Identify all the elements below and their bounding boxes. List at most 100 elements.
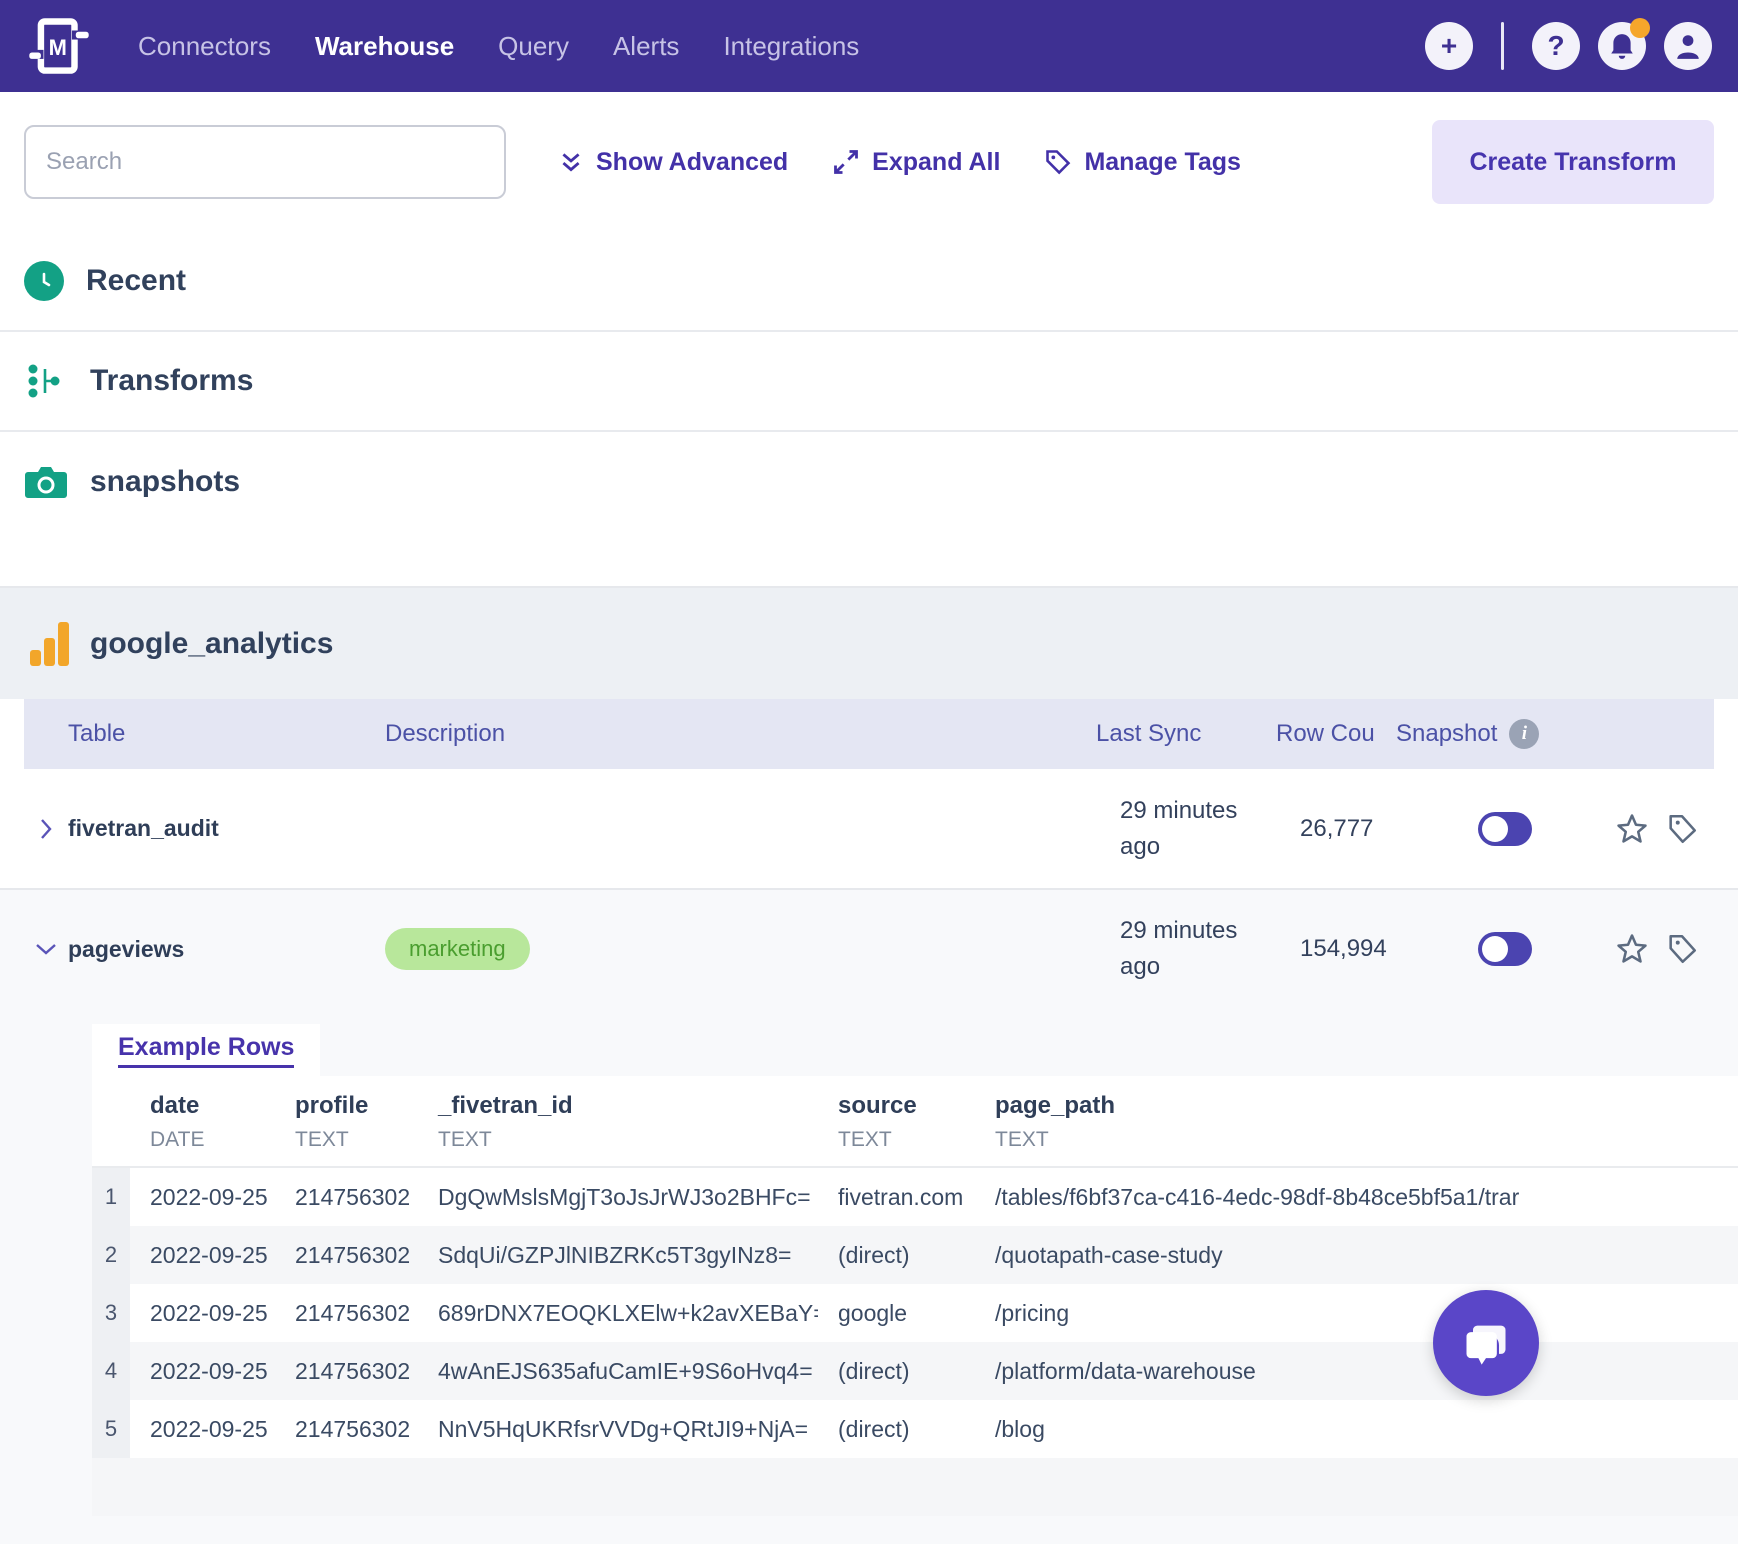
account-button[interactable] [1664,22,1712,70]
expand-icon [834,150,859,174]
manage-tags-link[interactable]: Manage Tags [1044,148,1241,177]
column-type: TEXT [838,1128,892,1151]
section-google-analytics[interactable]: google_analytics [0,586,1738,699]
table-row-fivetran-audit[interactable]: fivetran_audit 29 minutes ago 26,777 [0,769,1738,890]
column-name: profile [295,1092,369,1119]
chevron-right-icon [41,818,52,839]
table-row: 5 2022-09-25 214756302 NnV5HqUKRfsrVVDg+… [92,1400,1738,1458]
bell-icon [1611,34,1633,59]
spacer [0,532,1738,586]
table-header: Table Description Last Sync Row Cou Snap… [24,699,1714,769]
table-name: fivetran_audit [68,815,219,841]
nav-item-alerts[interactable]: Alerts [613,31,679,62]
row-count-value: 154,994 [1300,935,1387,962]
top-nav: M Connectors Warehouse Query Alerts Inte… [0,0,1738,92]
nav-divider [1501,22,1504,70]
header-last-sync: Last Sync [1096,720,1202,747]
last-sync-value: 29 minutes ago [1120,917,1238,980]
google-analytics-icon [28,621,72,666]
expand-row-button[interactable] [24,816,68,842]
cell-fivetran-id: SdqUi/GZPJlNIBZRKc5T3gyINz8= [438,1241,792,1268]
search-input[interactable] [24,125,506,199]
cell-page-path: /pricing [995,1299,1070,1326]
svg-text:M: M [49,35,67,60]
expand-all-label: Expand All [872,147,1001,176]
row-tag-icon[interactable] [1665,932,1699,966]
show-advanced-label: Show Advanced [596,147,789,176]
table-name: pageviews [68,935,185,962]
snapshot-toggle[interactable] [1478,932,1532,966]
cell-profile: 214756302 [295,1357,411,1384]
section-label: Transforms [90,364,254,397]
table-row: 2 2022-09-25 214756302 SdqUi/GZPJlNIBZRK… [92,1226,1738,1284]
nav-item-integrations[interactable]: Integrations [723,31,859,62]
row-number: 1 [92,1168,130,1226]
row-number: 4 [92,1342,130,1400]
cell-fivetran-id: 689rDNX7EOQKLXElw+k2avXEBaY= [438,1299,818,1326]
help-button[interactable]: ? [1532,22,1580,70]
add-button[interactable]: + [1425,22,1473,70]
cell-source: (direct) [838,1357,910,1384]
schema-title: google_analytics [90,626,334,660]
info-icon[interactable]: i [1509,719,1540,749]
cell-source: google [838,1299,908,1326]
snapshot-toggle[interactable] [1478,811,1532,846]
column-type: DATE [150,1128,205,1151]
column-type: TEXT [295,1128,349,1151]
manage-tags-label: Manage Tags [1084,147,1241,176]
cell-page-path: /quotapath-case-study [995,1241,1223,1268]
expand-all-link[interactable]: Expand All [832,148,1000,177]
notification-badge [1630,18,1650,38]
table-row-pageviews[interactable]: pageviews marketing 29 minutes ago 154,9… [0,890,1738,1008]
warehouse-page: M Connectors Warehouse Query Alerts Inte… [0,0,1738,1558]
toggle-knob [1482,936,1508,962]
section-transforms[interactable]: Transforms [0,332,1738,432]
nav-item-warehouse[interactable]: Warehouse [315,31,454,62]
chat-bubbles-icon [1466,1325,1506,1365]
column-type: TEXT [995,1128,1049,1151]
column-name: page_path [995,1092,1116,1119]
example-rows-header: date DATE profile TEXT _fivetran_id TEXT so… [92,1076,1738,1168]
create-transform-button[interactable]: Create Transform [1432,120,1714,204]
camera-icon [24,460,68,504]
nav-item-connectors[interactable]: Connectors [138,31,271,62]
mozart-logo-icon[interactable]: M [26,13,92,79]
header-description: Description [385,720,506,747]
section-snapshots[interactable]: snapshots [0,432,1738,532]
section-recent[interactable]: Recent [0,232,1738,332]
column-name: date [150,1092,200,1119]
cell-profile: 214756302 [295,1241,411,1268]
row-number: 2 [92,1226,130,1284]
notifications-button[interactable] [1598,18,1650,70]
column-name: _fivetran_id [438,1092,573,1119]
column-name: source [838,1092,917,1119]
table-row: 1 2022-09-25 214756302 DgQwMslsMgjT3oJsJ… [92,1168,1738,1226]
chat-launcher-button[interactable] [1433,1290,1539,1396]
cell-date: 2022-09-25 [150,1183,268,1210]
empty-row [92,1458,1738,1516]
tab-example-rows[interactable]: Example Rows [92,1024,321,1076]
favorite-star-icon[interactable] [1615,812,1649,846]
cell-page-path: /platform/data-warehouse [995,1357,1256,1384]
cell-source: fivetran.com [838,1183,964,1210]
cell-page-path: /tables/f6bf37ca-c416-4edc-98df-8b48ce5b… [995,1183,1520,1210]
cell-profile: 214756302 [295,1299,411,1326]
show-advanced-link[interactable]: Show Advanced [558,148,788,177]
cell-source: (direct) [838,1415,910,1442]
cell-profile: 214756302 [295,1183,411,1210]
header-table: Table [68,720,126,747]
cell-date: 2022-09-25 [150,1415,268,1442]
collapse-row-button[interactable] [24,938,68,960]
pageviews-expanded-area: pageviews marketing 29 minutes ago 154,9… [0,890,1738,1544]
row-tag-icon[interactable] [1665,812,1699,846]
snapshot-label: Snapshot [1396,720,1498,747]
tag-badge-marketing: marketing [385,928,530,970]
question-icon: ? [1547,30,1565,61]
column-type: TEXT [438,1128,492,1151]
section-label: snapshots [90,465,241,498]
chevron-down-icon [36,944,56,955]
cell-fivetran-id: DgQwMslsMgjT3oJsJrWJ3o2BHFc= [438,1183,811,1210]
nav-item-query[interactable]: Query [498,31,569,62]
favorite-star-icon[interactable] [1615,932,1649,966]
cell-profile: 214756302 [295,1415,411,1442]
